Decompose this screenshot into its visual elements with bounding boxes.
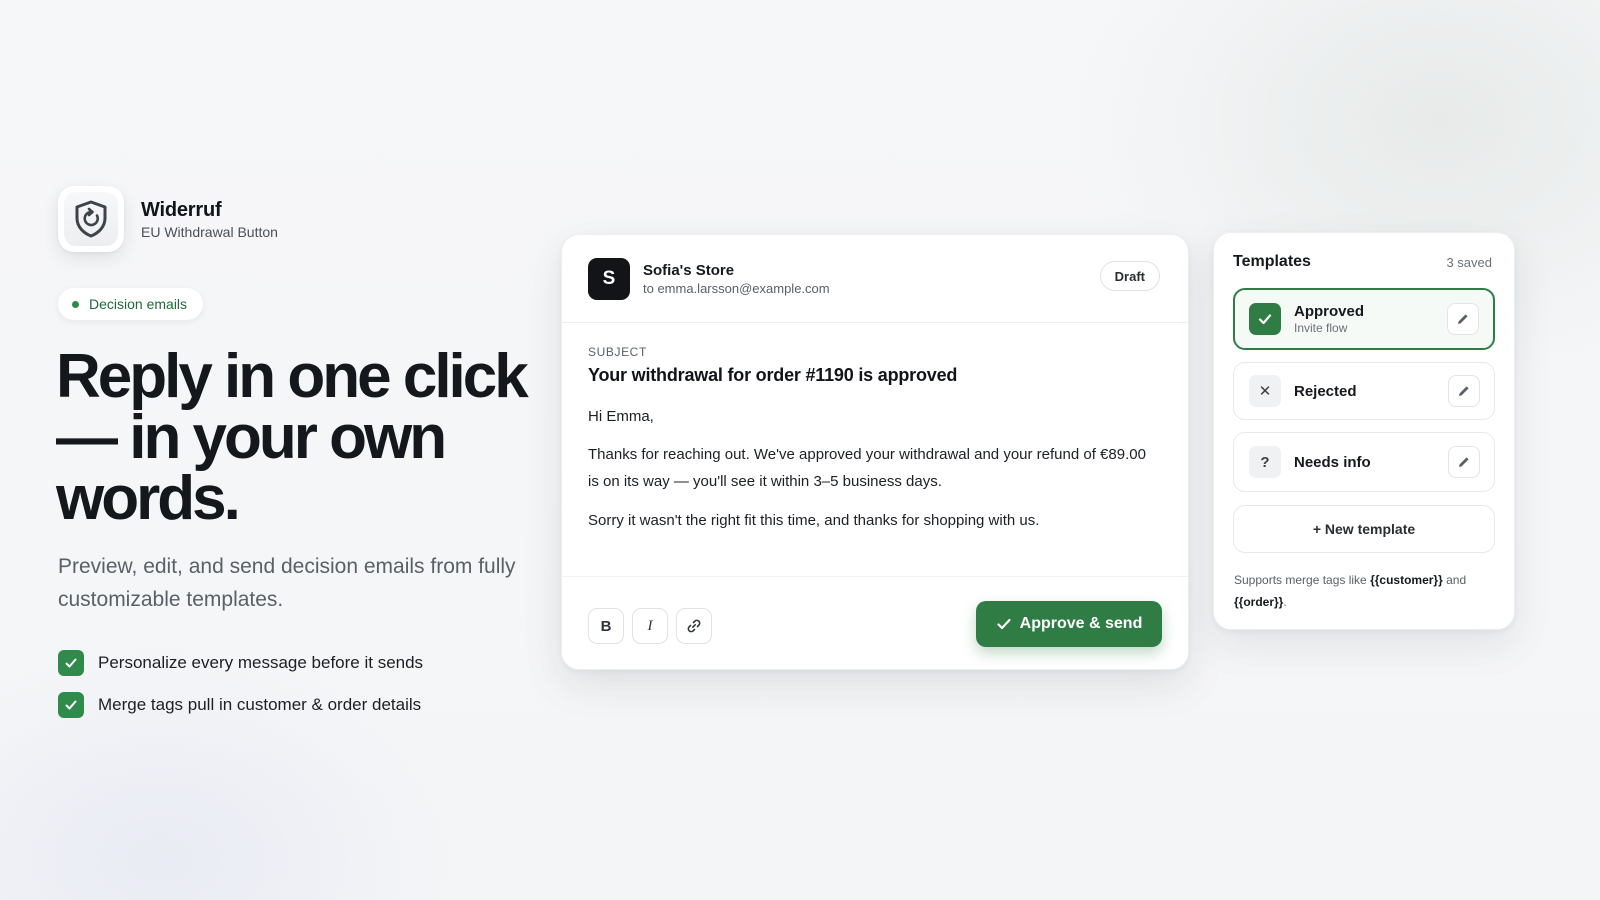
email-greeting[interactable]: Hi Emma,: [588, 408, 1162, 425]
template-item-rejected[interactable]: ✕ Rejected: [1233, 362, 1495, 420]
subject-field[interactable]: Your withdrawal for order #1190 is appro…: [588, 365, 1162, 386]
check-icon: [997, 618, 1011, 630]
section-pill: Decision emails: [58, 288, 204, 320]
merge-tags-note: Supports merge tags like {{customer}} an…: [1234, 569, 1496, 613]
status-dot: [72, 300, 79, 308]
feature-list: Personalize every message before it send…: [58, 650, 423, 734]
check-icon: [58, 692, 84, 718]
feature-text: Personalize every message before it send…: [98, 653, 424, 672]
approve-send-button[interactable]: Approve & send: [976, 601, 1162, 647]
template-name: Rejected: [1294, 382, 1357, 400]
feature-item: Personalize every message before it send…: [58, 650, 423, 676]
edit-template-button[interactable]: [1448, 375, 1480, 407]
brand-name: Widerruf: [141, 199, 222, 221]
link-icon: [687, 619, 701, 633]
email-body[interactable]: SUBJECT Your withdrawal for order #1190 …: [562, 323, 1188, 577]
sender-avatar: S: [588, 257, 630, 300]
email-preview-card: S Sofia's Store to emma.larsson@example.…: [561, 234, 1189, 670]
brand: Widerruf EU Withdrawal Button: [58, 186, 278, 252]
merge-tag-order: {{order}}: [1234, 595, 1284, 609]
x-icon: ✕: [1249, 375, 1281, 407]
feature-text: Merge tags pull in customer & order deta…: [98, 695, 422, 714]
subject-label: SUBJECT: [588, 345, 647, 359]
link-button[interactable]: [676, 608, 712, 644]
template-item-needs-info[interactable]: ? Needs info: [1233, 432, 1495, 492]
status-badge: Draft: [1099, 261, 1160, 291]
app-logo: [58, 186, 124, 252]
merge-tag-customer: {{customer}}: [1370, 573, 1443, 587]
pencil-icon: [1459, 457, 1469, 467]
bold-button[interactable]: B: [588, 608, 624, 644]
shield-refresh-icon: [75, 200, 107, 238]
note-text: .: [1283, 595, 1287, 609]
templates-title: Templates: [1233, 253, 1311, 270]
edit-template-button[interactable]: [1448, 446, 1480, 478]
check-icon: [58, 650, 84, 676]
note-text: and: [1442, 573, 1467, 587]
pencil-icon: [1459, 386, 1469, 396]
template-subtitle: Invite flow: [1294, 321, 1348, 335]
brand-subtitle: EU Withdrawal Button: [141, 224, 278, 240]
new-template-button[interactable]: + New template: [1233, 505, 1495, 553]
note-text: Supports merge tags like: [1234, 573, 1371, 587]
email-header: S Sofia's Store to emma.larsson@example.…: [562, 235, 1188, 323]
template-name: Approved: [1294, 303, 1365, 320]
page-headline: Reply in one click — in your own words.: [56, 342, 529, 533]
recipient-address: to emma.larsson@example.com: [643, 280, 830, 296]
approve-send-label: Approve & send: [1019, 615, 1143, 632]
edit-template-button[interactable]: [1447, 303, 1479, 335]
question-icon: ?: [1249, 446, 1281, 478]
template-name: Needs info: [1294, 453, 1371, 471]
templates-count: 3 saved: [1446, 255, 1492, 270]
email-paragraph[interactable]: Thanks for reaching out. We've approved …: [588, 441, 1148, 495]
italic-button[interactable]: I: [632, 608, 668, 644]
pill-label: Decision emails: [89, 296, 188, 312]
template-item-approved[interactable]: Approved Invite flow: [1233, 288, 1495, 350]
check-icon: [1249, 303, 1281, 335]
feature-item: Merge tags pull in customer & order deta…: [58, 692, 423, 718]
pencil-icon: [1458, 314, 1468, 324]
templates-panel: Templates 3 saved Approved Invite flow ✕…: [1213, 232, 1515, 630]
page-subcopy: Preview, edit, and send decision emails …: [58, 555, 516, 611]
sender-name: Sofia's Store: [643, 261, 735, 279]
email-toolbar: B I Approve & send: [562, 577, 1188, 669]
email-paragraph[interactable]: Sorry it wasn't the right fit this time,…: [588, 507, 1148, 534]
